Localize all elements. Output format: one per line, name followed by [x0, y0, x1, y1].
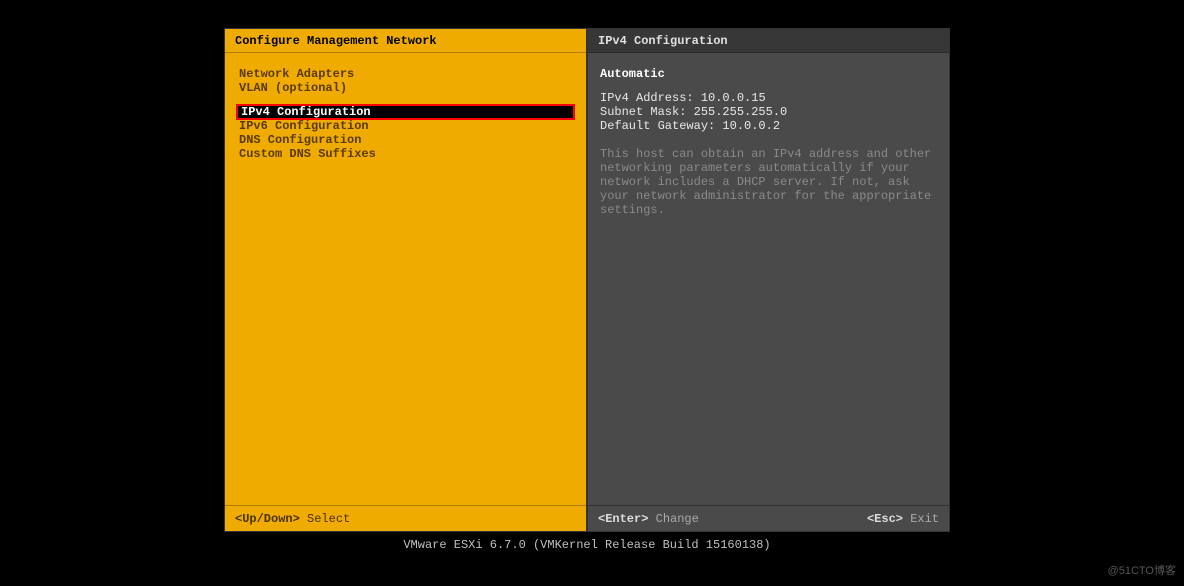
key-action-change: Change: [656, 512, 699, 526]
detail-mode: Automatic: [600, 67, 937, 81]
bottom-status-bar: VMware ESXi 6.7.0 (VMKernel Release Buil…: [224, 532, 950, 558]
menu-item-ipv6-configuration[interactable]: IPv6 Configuration: [237, 119, 574, 133]
right-pane: IPv4 Configuration Automatic IPv4 Addres…: [587, 28, 950, 532]
key-label-updown: <Up/Down>: [235, 512, 300, 526]
left-pane: Configure Management Network Network Ada…: [224, 28, 587, 532]
left-pane-body: Network Adapters VLAN (optional) IPv4 Co…: [225, 53, 586, 505]
left-pane-footer: <Up/Down> Select: [225, 505, 586, 531]
footer-hint-esc: <Esc> Exit: [867, 512, 939, 526]
key-label-enter: <Enter>: [598, 512, 648, 526]
detail-ipv4-address: IPv4 Address: 10.0.0.15: [600, 91, 937, 105]
key-action-exit: Exit: [910, 512, 939, 526]
menu-item-network-adapters[interactable]: Network Adapters: [237, 67, 574, 81]
menu-group-1: Network Adapters VLAN (optional): [237, 67, 574, 95]
watermark: @51CTO博客: [1108, 562, 1176, 578]
detail-description: This host can obtain an IPv4 address and…: [600, 147, 937, 217]
key-label-esc: <Esc>: [867, 512, 903, 526]
menu-item-ipv4-configuration[interactable]: IPv4 Configuration: [237, 105, 574, 119]
menu-group-2: IPv4 Configuration IPv6 Configuration DN…: [237, 105, 574, 161]
detail-default-gateway: Default Gateway: 10.0.0.2: [600, 119, 937, 133]
right-pane-footer: <Enter> Change <Esc> Exit: [588, 505, 949, 531]
right-pane-body: Automatic IPv4 Address: 10.0.0.15 Subnet…: [588, 53, 949, 505]
menu-item-dns-configuration[interactable]: DNS Configuration: [237, 133, 574, 147]
detail-subnet-mask: Subnet Mask: 255.255.255.0: [600, 105, 937, 119]
menu-item-custom-dns-suffixes[interactable]: Custom DNS Suffixes: [237, 147, 574, 161]
footer-hint-enter: <Enter> Change: [598, 512, 699, 526]
footer-hint-updown: <Up/Down> Select: [235, 512, 350, 526]
key-action-select: Select: [307, 512, 350, 526]
console-screen: Configure Management Network Network Ada…: [224, 28, 950, 558]
menu-item-vlan[interactable]: VLAN (optional): [237, 81, 574, 95]
panes-container: Configure Management Network Network Ada…: [224, 28, 950, 532]
right-pane-title: IPv4 Configuration: [588, 29, 949, 53]
left-pane-title: Configure Management Network: [225, 29, 586, 53]
